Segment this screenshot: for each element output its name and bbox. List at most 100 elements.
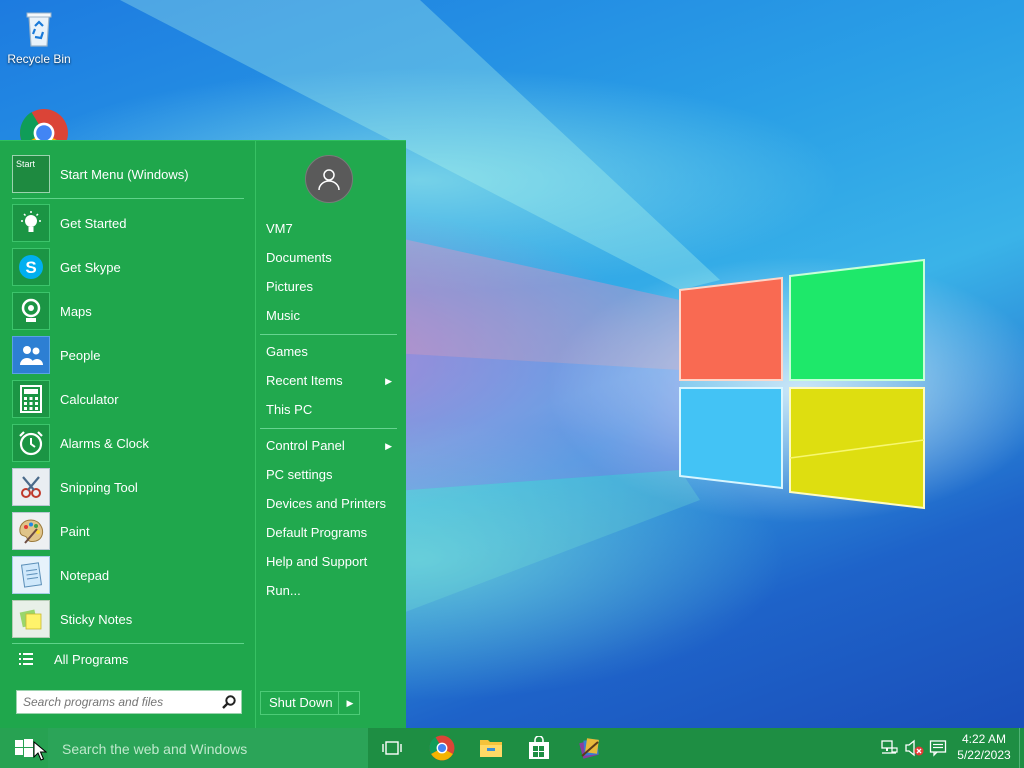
winrar-icon[interactable] <box>576 734 604 762</box>
program-get-skype[interactable]: S Get Skype <box>12 247 248 287</box>
program-sticky-notes[interactable]: Sticky Notes <box>12 599 248 639</box>
program-start-menu-windows[interactable]: Start Start Menu (Windows) <box>12 154 248 194</box>
separator <box>12 198 244 199</box>
program-people[interactable]: People <box>12 335 248 375</box>
program-calculator[interactable]: Calculator <box>12 379 248 419</box>
windows-logo-icon <box>15 739 33 757</box>
network-icon[interactable] <box>880 739 898 757</box>
taskbar-search[interactable] <box>48 728 368 768</box>
submenu-arrow-icon: ▶ <box>385 441 392 451</box>
program-label: Get Skype <box>60 259 121 275</box>
link-label: Run... <box>266 583 301 598</box>
taskbar-search-input[interactable] <box>60 737 364 761</box>
link-this-pc[interactable]: This PC <box>266 398 398 422</box>
taskbar: 4:22 AM 5/22/2023 <box>0 728 1024 768</box>
submenu-arrow-icon: ▶ <box>385 376 392 386</box>
desktop-icon-label: Recycle Bin <box>7 52 71 66</box>
link-label: Control Panel <box>266 438 345 453</box>
link-help-support[interactable]: Help and Support <box>266 550 398 574</box>
separator <box>260 334 397 335</box>
paint-palette-icon <box>12 512 50 550</box>
mouse-cursor-icon <box>33 741 47 761</box>
maps-icon <box>12 292 50 330</box>
desktop-icon-recycle-bin[interactable]: Recycle Bin <box>1 8 77 66</box>
link-label: VM7 <box>266 221 293 236</box>
start-menu-places-panel: VM7 Documents Pictures Music Games Recen… <box>255 141 406 728</box>
desktop[interactable]: Recycle Bin Start Start Menu (Windows) G… <box>0 0 1024 728</box>
link-recent-items[interactable]: Recent Items ▶ <box>266 369 398 393</box>
link-documents[interactable]: Documents <box>266 246 398 270</box>
link-label: Recent Items <box>266 373 343 388</box>
list-icon <box>19 653 33 665</box>
task-view-icon[interactable] <box>378 734 406 762</box>
svg-text:S: S <box>25 258 36 277</box>
notepad-icon <box>12 556 50 594</box>
search-icon[interactable] <box>221 694 237 713</box>
program-notepad[interactable]: Notepad <box>12 555 248 595</box>
start-icon-text: Start <box>13 156 49 192</box>
separator <box>260 428 397 429</box>
shut-down-options-button[interactable]: ▶ <box>338 691 361 715</box>
show-desktop-button[interactable] <box>1019 728 1024 768</box>
link-pc-settings[interactable]: PC settings <box>266 463 398 487</box>
link-devices-printers[interactable]: Devices and Printers <box>266 492 398 516</box>
speaker-muted-icon[interactable] <box>904 739 924 757</box>
alarm-clock-icon <box>12 424 50 462</box>
link-label: This PC <box>266 402 313 417</box>
link-label: Documents <box>266 250 332 265</box>
link-control-panel[interactable]: Control Panel ▶ <box>266 434 398 458</box>
link-music[interactable]: Music <box>266 304 398 328</box>
link-pictures[interactable]: Pictures <box>266 275 398 299</box>
start-menu: Start Start Menu (Windows) Get Started S… <box>0 140 406 728</box>
all-programs-label: All Programs <box>54 651 129 667</box>
link-label: Help and Support <box>266 554 368 569</box>
program-label: Alarms & Clock <box>60 435 149 451</box>
calculator-icon <box>12 380 50 418</box>
shut-down-label: Shut Down <box>269 695 333 710</box>
program-alarms-clock[interactable]: Alarms & Clock <box>12 423 248 463</box>
people-icon <box>12 336 50 374</box>
lightbulb-icon <box>12 204 50 242</box>
separator <box>12 643 244 644</box>
start-menu-app-icon: Start <box>12 155 50 193</box>
chrome-icon[interactable] <box>428 734 456 762</box>
chevron-right-icon: ▶ <box>346 698 354 708</box>
link-label: Default Programs <box>266 525 368 540</box>
start-search-input[interactable] <box>17 691 219 713</box>
all-programs-button[interactable]: All Programs <box>18 651 128 667</box>
link-vm7[interactable]: VM7 <box>266 217 398 241</box>
link-run[interactable]: Run... <box>266 579 398 603</box>
program-label: Sticky Notes <box>60 611 133 627</box>
clock-date: 5/22/2023 <box>957 748 1011 762</box>
program-maps[interactable]: Maps <box>12 291 248 331</box>
action-center-icon[interactable] <box>929 739 947 757</box>
sticky-notes-icon <box>12 600 50 638</box>
program-label: Snipping Tool <box>60 479 138 495</box>
program-label: People <box>60 347 101 363</box>
link-label: PC settings <box>266 467 333 482</box>
link-games[interactable]: Games <box>266 340 398 364</box>
user-icon <box>318 169 340 191</box>
snipping-tool-icon <box>12 468 50 506</box>
link-label: Games <box>266 344 308 359</box>
program-get-started[interactable]: Get Started <box>12 203 248 243</box>
clock-time: 4:22 AM <box>961 732 1007 746</box>
user-avatar[interactable] <box>305 155 353 203</box>
program-label: Start Menu (Windows) <box>60 166 189 182</box>
program-paint[interactable]: Paint <box>12 511 248 551</box>
program-label: Paint <box>60 523 90 539</box>
program-snipping-tool[interactable]: Snipping Tool <box>12 467 248 507</box>
start-search-box[interactable] <box>16 690 242 714</box>
link-label: Music <box>266 308 300 323</box>
program-label: Maps <box>60 303 92 319</box>
program-label: Get Started <box>60 215 127 231</box>
link-label: Devices and Printers <box>266 496 386 511</box>
program-label: Calculator <box>60 391 119 407</box>
store-icon[interactable] <box>525 734 553 762</box>
taskbar-clock[interactable]: 4:22 AM 5/22/2023 <box>950 731 1018 763</box>
link-default-programs[interactable]: Default Programs <box>266 521 398 545</box>
start-menu-programs-panel: Start Start Menu (Windows) Get Started S… <box>0 141 255 728</box>
program-label: Notepad <box>60 567 110 583</box>
recycle-bin-icon <box>19 8 59 48</box>
file-explorer-icon[interactable] <box>477 734 505 762</box>
